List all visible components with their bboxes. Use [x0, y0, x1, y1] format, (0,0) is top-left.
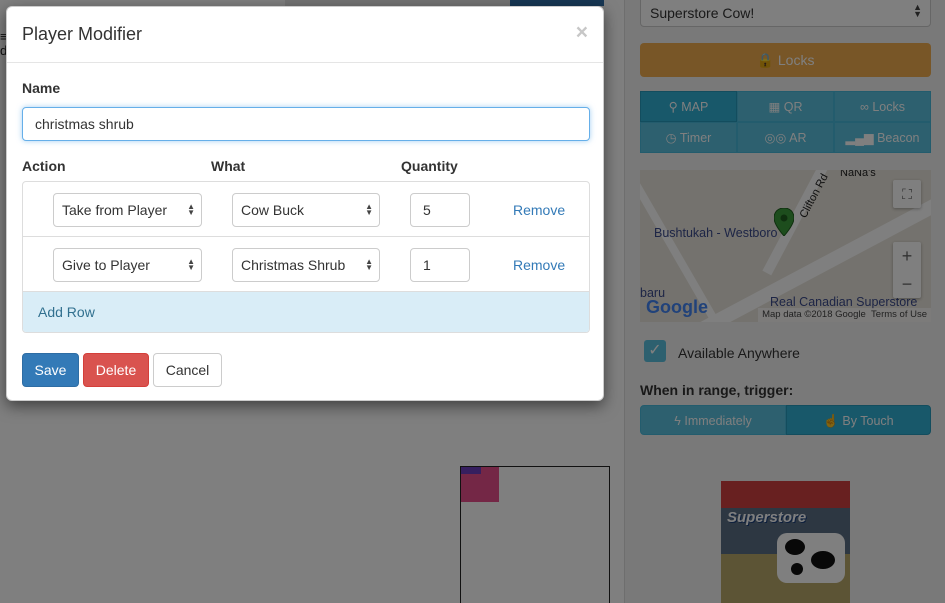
add-row-button[interactable]: Add Row [23, 292, 589, 332]
remove-row-link[interactable]: Remove [513, 202, 565, 218]
modal-header: Player Modifier × [7, 7, 603, 63]
select-arrows-icon: ▲▼ [365, 257, 373, 272]
table-row: Give to Player ▲ ▼ Christmas Shrub ▲ ▼ 1 R… [23, 237, 589, 292]
action-select-value: Give to Player [62, 257, 150, 273]
action-column-header: Action [22, 158, 66, 174]
cancel-button[interactable]: Cancel [153, 353, 222, 387]
modal-title: Player Modifier [22, 24, 143, 44]
select-arrows-icon: ▲▼ [365, 202, 373, 217]
what-select-value: Christmas Shrub [241, 257, 346, 273]
modifier-rows: Take from Player ▲ ▼ Cow Buck ▲ ▼ 5 Remove… [22, 181, 590, 333]
table-row: Take from Player ▲ ▼ Cow Buck ▲ ▼ 5 Remove [23, 182, 589, 237]
quantity-input[interactable]: 1 [410, 248, 470, 282]
delete-button[interactable]: Delete [83, 353, 149, 387]
action-select[interactable]: Give to Player ▲ ▼ [53, 248, 202, 282]
select-arrows-icon: ▲▼ [187, 202, 195, 217]
close-icon[interactable]: × [576, 21, 588, 45]
quantity-column-header: Quantity [401, 158, 458, 174]
what-select[interactable]: Cow Buck ▲ ▼ [232, 193, 380, 227]
player-modifier-modal: Player Modifier × Name Action What Quant… [6, 6, 604, 401]
action-select[interactable]: Take from Player ▲ ▼ [53, 193, 202, 227]
name-input[interactable] [22, 107, 590, 141]
quantity-input[interactable]: 5 [410, 193, 470, 227]
select-arrows-icon: ▲▼ [187, 257, 195, 272]
name-label: Name [22, 80, 61, 96]
what-select[interactable]: Christmas Shrub ▲ ▼ [232, 248, 380, 282]
action-select-value: Take from Player [62, 202, 168, 218]
what-column-header: What [211, 158, 246, 174]
remove-row-link[interactable]: Remove [513, 257, 565, 273]
what-select-value: Cow Buck [241, 202, 305, 218]
save-button[interactable]: Save [22, 353, 79, 387]
